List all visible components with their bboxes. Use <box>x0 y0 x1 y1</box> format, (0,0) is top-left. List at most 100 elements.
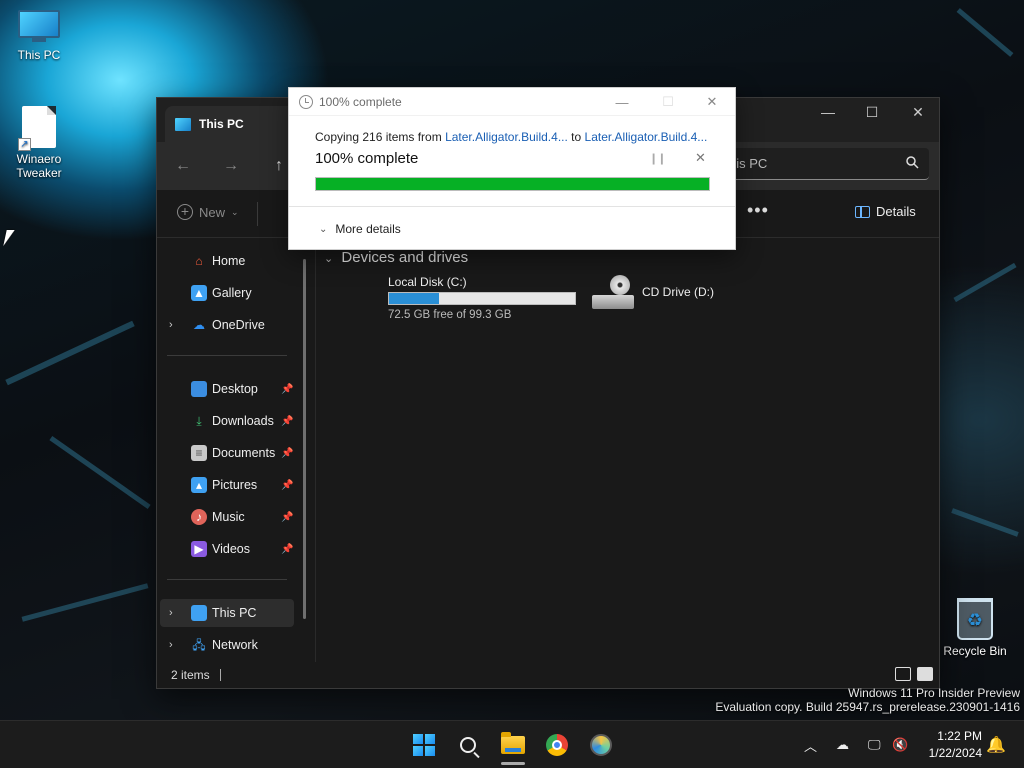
downloads-icon: ⤓ <box>196 414 202 428</box>
content-pane: ⌄ Devices and drives Local Disk (C:) 72.… <box>315 239 939 662</box>
chevron-down-icon: ⌄ <box>319 223 328 235</box>
clock-date: 1/22/2024 <box>928 746 982 760</box>
close-button[interactable]: ✕ <box>895 98 941 126</box>
back-icon[interactable]: ← <box>169 152 197 180</box>
item-count: 2 items <box>171 668 210 682</box>
volume-muted-icon: 🔇 <box>892 737 909 752</box>
large-icons-view-icon[interactable] <box>917 667 933 681</box>
source-link[interactable]: Later.Alligator.Build.4... <box>445 130 568 144</box>
search-input[interactable]: his PC <box>723 148 929 180</box>
desktop-icon-label: Winaero Tweaker <box>16 152 62 180</box>
search-icon <box>460 737 476 753</box>
sidebar-item-downloads[interactable]: ⤓ Downloads 📌 <box>157 407 297 435</box>
dialog-divider <box>289 206 735 207</box>
drive-name: Local Disk (C:) <box>388 275 467 289</box>
evaluation-watermark: Windows 11 Pro Insider Preview Evaluatio… <box>715 686 1020 714</box>
network-tray[interactable]: 🖵 <box>868 721 881 768</box>
maximize-button: ☐ <box>662 94 674 109</box>
sidebar-item-this-pc[interactable]: › This PC <box>160 599 294 627</box>
desktop-icon-label: This PC <box>17 48 61 62</box>
taskbar-chrome[interactable] <box>541 729 573 761</box>
details-view-icon[interactable] <box>895 667 911 681</box>
pictures-icon: ▴ <box>191 477 207 493</box>
music-icon: ♪ <box>191 509 207 525</box>
network-icon: 🖧 <box>192 638 206 652</box>
status-bar: 2 items <box>157 662 939 688</box>
sidebar-item-home[interactable]: ⌂ Home <box>157 247 297 275</box>
computer-icon <box>18 10 60 44</box>
tab-label: This PC <box>199 117 244 131</box>
start-icon <box>413 734 435 756</box>
notification-bell-icon[interactable]: 🔔 <box>986 735 1006 755</box>
desktop-icon-recycle-bin[interactable]: Recycle Bin <box>937 598 1013 658</box>
sidebar-item-network[interactable]: › 🖧 Network <box>157 631 297 659</box>
cancel-icon[interactable]: ✕ <box>695 150 706 166</box>
desktop-icon-winaero-tweaker[interactable]: ↗ Winaero Tweaker <box>1 106 77 180</box>
sidebar-divider <box>167 355 287 356</box>
minimize-button[interactable]: — <box>599 88 645 116</box>
search-icon <box>906 156 919 172</box>
pin-icon: 📌 <box>281 479 294 491</box>
chevron-right-icon[interactable]: › <box>169 607 173 619</box>
gallery-icon: ▲ <box>191 285 207 301</box>
file-explorer-icon <box>501 732 525 754</box>
chevron-right-icon[interactable]: › <box>169 639 173 651</box>
sidebar-divider <box>167 579 287 580</box>
videos-icon: ▶ <box>191 541 207 557</box>
drive-local-disk-c[interactable]: Local Disk (C:) 72.5 GB free of 99.3 GB <box>388 275 588 321</box>
sidebar-item-desktop[interactable]: Desktop 📌 <box>157 375 297 403</box>
chevron-down-icon: ⌄ <box>324 253 334 265</box>
taskbar-edge-canary[interactable] <box>585 729 617 761</box>
shortcut-document-icon: ↗ <box>18 106 56 151</box>
close-button[interactable]: ✕ <box>689 88 735 116</box>
see-more-button[interactable]: ••• <box>747 200 769 221</box>
sidebar-item-onedrive[interactable]: › ☁ OneDrive <box>157 311 297 339</box>
this-pc-icon <box>175 117 191 131</box>
toolbar-divider <box>257 202 258 226</box>
sidebar-item-documents[interactable]: ≡ Documents 📌 <box>157 439 297 467</box>
desktop-icon-label: Recycle Bin <box>943 644 1007 658</box>
active-app-indicator <box>501 762 525 765</box>
this-pc-icon <box>191 605 207 621</box>
new-button[interactable]: + New ⌄ <box>177 204 239 220</box>
destination-link[interactable]: Later.Alligator.Build.4... <box>585 130 708 144</box>
drive-name: CD Drive (D:) <box>642 285 714 299</box>
mouse-cursor-icon <box>3 230 15 246</box>
maximize-button[interactable]: ☐ <box>849 98 895 126</box>
sidebar-item-gallery[interactable]: ▲ Gallery <box>157 279 297 307</box>
drive-free-space: 72.5 GB free of 99.3 GB <box>388 309 512 321</box>
section-header[interactable]: ⌄ Devices and drives <box>324 249 468 266</box>
details-pane-button[interactable]: Details <box>855 204 916 219</box>
recycle-bin-icon <box>957 598 993 640</box>
copy-progress-bar <box>315 177 710 191</box>
details-pane-icon <box>855 205 870 218</box>
start-button[interactable] <box>408 729 440 761</box>
chevron-down-icon: ⌄ <box>231 206 239 217</box>
minimize-button[interactable]: — <box>805 98 851 126</box>
edge-canary-icon <box>590 734 612 756</box>
copy-description: Copying 216 items from Later.Alligator.B… <box>315 130 708 144</box>
sidebar-item-music[interactable]: ♪ Music 📌 <box>157 503 297 531</box>
pause-icon[interactable]: ❙❙ <box>649 152 666 165</box>
volume-tray[interactable]: 🔇 <box>892 721 908 768</box>
forward-icon[interactable]: → <box>217 152 245 180</box>
chevron-up-icon: ︿ <box>804 738 818 754</box>
chevron-right-icon[interactable]: › <box>169 319 173 331</box>
desktop-icon <box>191 381 207 397</box>
more-details-button[interactable]: ⌄ More details <box>319 222 401 236</box>
onedrive-tray[interactable]: ☁ <box>836 721 849 768</box>
drive-cd-d[interactable]: CD Drive (D:) <box>592 275 714 309</box>
taskbar-search-button[interactable] <box>452 729 484 761</box>
pin-icon: 📌 <box>281 511 294 523</box>
documents-icon: ≡ <box>191 445 207 461</box>
desktop-icon-this-pc[interactable]: This PC <box>1 10 77 62</box>
sidebar-scrollbar[interactable] <box>303 259 306 619</box>
taskbar-file-explorer[interactable] <box>497 729 529 761</box>
clock[interactable]: 1:22 PM 1/22/2024 <box>929 728 982 762</box>
pin-icon: 📌 <box>281 447 294 459</box>
cd-drive-icon <box>592 275 634 309</box>
sidebar-item-pictures[interactable]: ▴ Pictures 📌 <box>157 471 297 499</box>
show-hidden-icons-button[interactable]: ︿ <box>804 721 817 768</box>
sidebar-item-videos[interactable]: ▶ Videos 📌 <box>157 535 297 563</box>
navigation-pane: ⌂ Home ▲ Gallery › ☁ OneDrive Desktop 📌 … <box>157 239 307 662</box>
